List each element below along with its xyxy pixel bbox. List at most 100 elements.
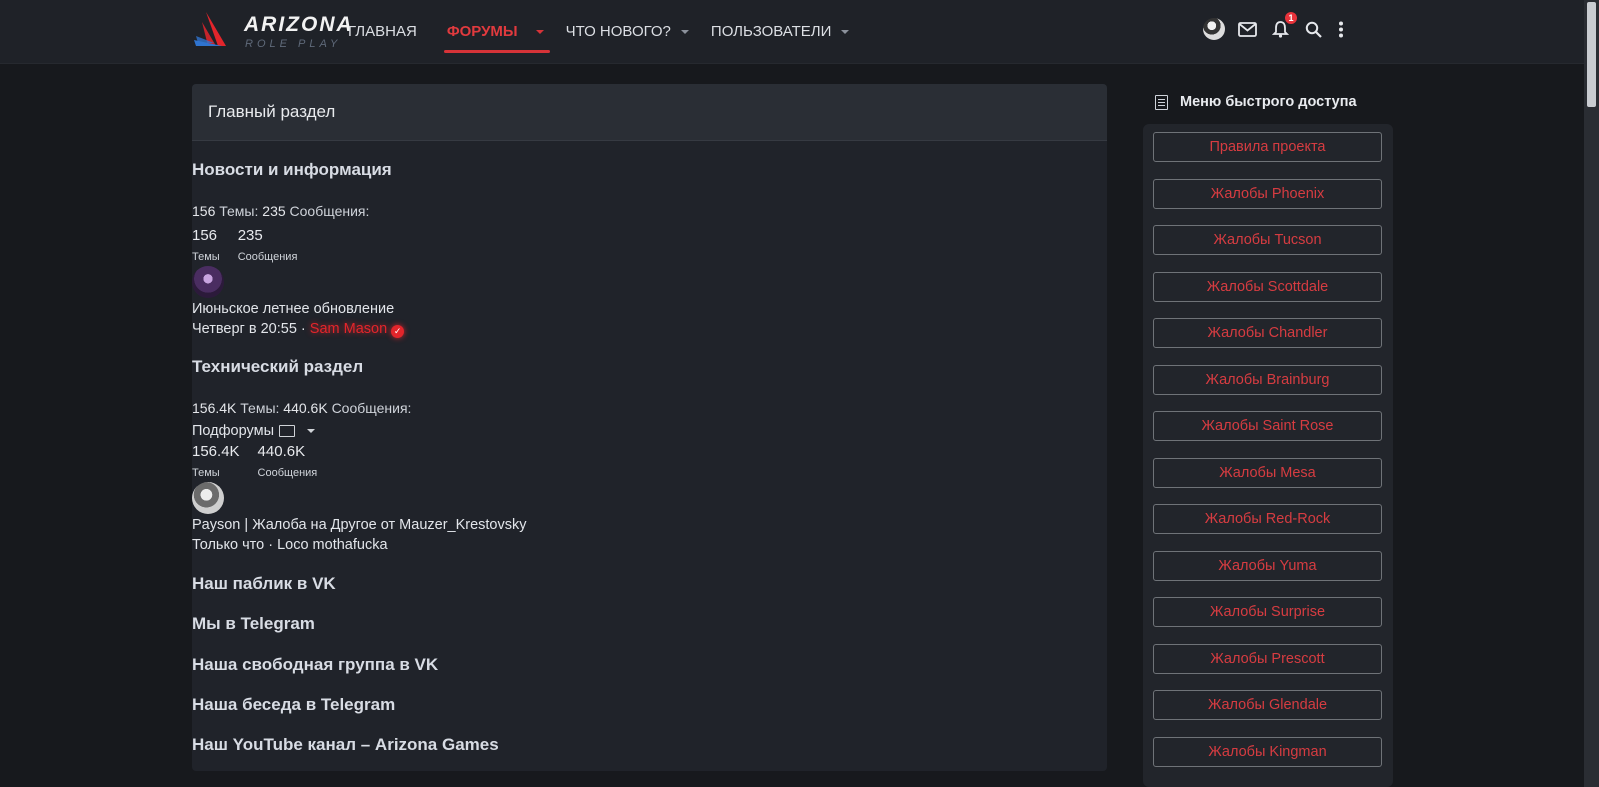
chevron-down-icon[interactable]	[535, 29, 544, 34]
chevron-down-icon[interactable]	[307, 429, 316, 433]
logo-mark-icon	[194, 12, 226, 46]
last-poster-avatar[interactable]	[192, 266, 224, 298]
forum-node: Технический раздел 156.4K Темы: 440.6K С…	[192, 357, 527, 555]
mail-icon	[1237, 21, 1257, 37]
quick-link-glendale[interactable]: Жалобы Glendale	[1153, 690, 1382, 720]
chevron-down-icon[interactable]	[841, 29, 850, 34]
threads-label: Темы:	[240, 400, 280, 416]
user-avatar	[1203, 18, 1225, 40]
quick-link-yuma[interactable]: Жалобы Yuma	[1153, 551, 1382, 581]
quick-link-rules[interactable]: Правила проекта	[1153, 132, 1382, 162]
logo-subtitle: ROLE PLAY	[245, 38, 342, 50]
quick-link-phoenix[interactable]: Жалобы Phoenix	[1153, 179, 1382, 209]
logo-title: ARIZONA	[244, 13, 354, 36]
threads-count: 156	[192, 203, 216, 219]
last-post-meta: Только что · Loco mothafucka	[192, 535, 527, 555]
nav-forums-label: ФОРУМЫ	[446, 23, 518, 40]
verified-badge-icon: ✓	[391, 325, 405, 338]
nav-members[interactable]: ПОЛЬЗОВАТЕЛИ	[703, 0, 858, 63]
quick-link-tucson[interactable]: Жалобы Tucson	[1153, 225, 1382, 255]
subforums-label: Подфорумы	[192, 423, 275, 439]
messages-label: Сообщения:	[289, 203, 370, 219]
threads-label: Темы	[192, 251, 220, 263]
quick-access-panel: Правила проекта Жалобы Phoenix Жалобы Tu…	[1143, 124, 1393, 787]
meta-separator: ·	[296, 321, 310, 337]
last-poster-avatar[interactable]	[192, 482, 224, 514]
top-navigation-bar: ARIZONA ROLE PLAY ГЛАВНАЯ ФОРУМЫ ЧТО НОВ…	[0, 0, 1584, 64]
main-nav: ГЛАВНАЯ ФОРУМЫ ЧТО НОВОГО? ПОЛЬЗОВАТЕЛИ	[340, 0, 857, 63]
forum-node: Новости и информация 156 Темы: 235 Сообщ…	[192, 160, 405, 339]
last-post-meta: Четверг в 20:55 · Sam Mason ✓	[192, 319, 405, 339]
messages-stat: 235 Сообщения	[238, 227, 298, 264]
link-forum-vk-public[interactable]: Наш паблик в VK	[192, 574, 336, 594]
messages-value: 440.6K	[257, 443, 306, 460]
alerts-button[interactable]: 1	[1269, 12, 1297, 40]
threads-value: 156	[192, 227, 218, 244]
threads-count: 156.4K	[192, 400, 237, 416]
messages-count: 235	[262, 203, 286, 219]
forum-inline-stats: 156.4K Темы: 440.6K Сообщения:	[192, 399, 527, 417]
threads-value: 156.4K	[192, 443, 240, 460]
last-post-author[interactable]: Sam Mason	[310, 321, 387, 337]
conversations-button[interactable]	[1236, 18, 1258, 40]
last-post-title[interactable]: Июньское летнее обновление	[192, 299, 404, 319]
quick-link-saint-rose[interactable]: Жалобы Saint Rose	[1153, 411, 1382, 441]
header-actions: 1	[1192, 12, 1352, 40]
nav-whats-new-label: ЧТО НОВОГО?	[565, 23, 671, 40]
more-button[interactable]	[1330, 18, 1352, 40]
threads-label: Темы:	[219, 203, 259, 219]
nav-forums[interactable]: ФОРУМЫ	[439, 0, 558, 63]
quick-link-mesa[interactable]: Жалобы Mesa	[1153, 458, 1382, 488]
messages-label: Сообщения	[237, 251, 298, 263]
forum-title[interactable]: Новости и информация	[192, 160, 404, 180]
forum-inline-stats: 156 Темы: 235 Сообщения:	[192, 202, 404, 220]
last-post-author[interactable]: Loco mothafucka	[277, 537, 387, 553]
arizona-logo[interactable]: ARIZONA ROLE PLAY	[192, 10, 352, 54]
bell-icon	[1271, 21, 1289, 38]
nav-members-label: ПОЛЬЗОВАТЕЛИ	[710, 23, 832, 40]
nav-home-label: ГЛАВНАЯ	[348, 23, 417, 40]
quick-link-surprise[interactable]: Жалобы Surprise	[1153, 597, 1382, 627]
scrollbar-thumb[interactable]	[1587, 2, 1596, 107]
quick-link-brainburg[interactable]: Жалобы Brainburg	[1153, 365, 1382, 395]
quick-access-title-text: Меню быстрого доступа	[1180, 94, 1357, 110]
account-button[interactable]	[1203, 18, 1225, 40]
messages-stat: 440.6K Сообщения	[258, 443, 318, 480]
page-scrollbar[interactable]	[1584, 0, 1599, 787]
nav-whats-new[interactable]: ЧТО НОВОГО?	[558, 0, 703, 63]
link-forum-vk-free-group[interactable]: Наша свободная группа в VK	[192, 655, 438, 675]
category-title[interactable]: Главный раздел	[192, 84, 1107, 141]
forum-stats: 156 Темы 235 Сообщения	[192, 227, 404, 264]
more-vertical-icon	[1339, 21, 1343, 37]
quick-link-red-rock[interactable]: Жалобы Red-Rock	[1153, 504, 1382, 534]
quick-link-scottdale[interactable]: Жалобы Scottdale	[1153, 272, 1382, 302]
quick-link-chandler[interactable]: Жалобы Chandler	[1153, 318, 1382, 348]
last-post-time[interactable]: Четверг в 20:55	[192, 321, 297, 337]
messages-count: 440.6K	[283, 400, 328, 416]
last-post-title[interactable]: Payson | Жалоба на Другое от Mauzer_Kres…	[192, 515, 527, 535]
forum-title[interactable]: Технический раздел	[192, 357, 527, 377]
nav-home[interactable]: ГЛАВНАЯ	[340, 0, 439, 63]
link-forum-youtube[interactable]: Наш YouTube канал – Arizona Games	[192, 735, 499, 755]
search-icon	[1305, 21, 1322, 38]
messages-value: 235	[237, 227, 263, 244]
threads-stat: 156.4K Темы	[192, 443, 240, 480]
link-forum-telegram-chat[interactable]: Наша беседа в Telegram	[192, 695, 395, 715]
forum-stats: 156.4K Темы 440.6K Сообщения	[192, 443, 527, 480]
chevron-down-icon[interactable]	[680, 29, 689, 34]
link-forum-telegram[interactable]: Мы в Telegram	[192, 614, 315, 634]
quick-link-kingman[interactable]: Жалобы Kingman	[1153, 737, 1382, 767]
quick-access-title: Меню быстрого доступа	[1155, 94, 1357, 110]
meta-separator: ·	[264, 537, 278, 553]
messages-label: Сообщения	[257, 467, 318, 479]
folder-icon	[279, 425, 296, 437]
forum-category-block: Главный раздел Новости и информация 156 …	[192, 84, 1107, 771]
search-button[interactable]	[1302, 18, 1324, 40]
threads-stat: 156 Темы	[192, 227, 220, 264]
alerts-count-badge: 1	[1285, 12, 1297, 24]
last-post-time[interactable]: Только что	[192, 537, 264, 553]
subforums-toggle[interactable]: Подфорумы	[192, 421, 527, 441]
threads-label: Темы	[192, 467, 220, 479]
messages-label: Сообщения:	[331, 400, 412, 416]
quick-link-prescott[interactable]: Жалобы Prescott	[1153, 644, 1382, 674]
